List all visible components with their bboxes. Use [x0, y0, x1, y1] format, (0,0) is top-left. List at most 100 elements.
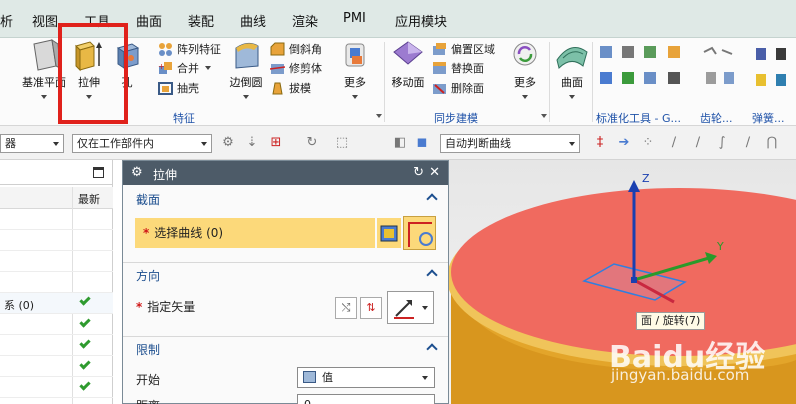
- collapse-icon[interactable]: [426, 193, 438, 205]
- spline-icon[interactable]: ∫: [714, 135, 730, 151]
- shell-button[interactable]: 抽壳: [158, 79, 199, 96]
- arrow-right-icon[interactable]: ➔: [616, 135, 632, 151]
- reset-icon[interactable]: ↻: [413, 165, 424, 180]
- gear-icon[interactable]: ⚙: [131, 165, 143, 180]
- trim-body-button[interactable]: 修剪体: [269, 59, 322, 76]
- extrude-dialog: ⚙ 拉伸 ↻ ✕ 截面 * 选择曲线 (0) 方向 * 指定矢量 ⤭ ⇅ 限制 开始…: [122, 160, 449, 404]
- replace-face-icon: [432, 61, 447, 75]
- surface-label: 曲面: [561, 76, 583, 89]
- distance-input[interactable]: 0: [297, 394, 435, 404]
- draft-label: 拔模: [289, 81, 311, 95]
- navigator-row[interactable]: [0, 251, 113, 272]
- navigator-header: [0, 160, 112, 185]
- menu-render[interactable]: 渲染: [292, 11, 318, 30]
- replace-face-button[interactable]: 替换面: [432, 59, 484, 76]
- ribbon-separator: [549, 42, 550, 122]
- chevron-down-icon[interactable]: [41, 95, 47, 99]
- chamfer-button[interactable]: 倒斜角: [270, 40, 322, 57]
- navigator-row[interactable]: [0, 272, 113, 293]
- menu-view[interactable]: 视图: [32, 11, 58, 30]
- navigator-row[interactable]: 系 (0): [0, 293, 113, 314]
- navigator-row[interactable]: [0, 209, 113, 230]
- group-feature-label: 特征: [173, 112, 195, 125]
- graphics-window[interactable]: Z Y 面 / 旋转(7) Baidu经验 jingyan.baidu.com: [449, 160, 796, 404]
- delete-face-button[interactable]: 删除面: [432, 79, 484, 96]
- navigator-row-label: 系 (0): [4, 299, 35, 312]
- selection-scope-value: 仅在工作部件内: [77, 137, 154, 150]
- select-curve-label: 选择曲线 (0): [154, 226, 224, 240]
- curve-section-button[interactable]: [403, 216, 436, 250]
- type-filter-combo[interactable]: 器: [0, 134, 64, 153]
- menu-assembly[interactable]: 装配: [188, 11, 214, 30]
- more-icon: [513, 42, 537, 66]
- move-face-button[interactable]: 移动面: [388, 38, 428, 90]
- arc-icon[interactable]: ∕: [690, 135, 706, 151]
- navigator-row[interactable]: [0, 356, 113, 377]
- offset-region-button[interactable]: 偏置区域: [432, 40, 495, 57]
- lasso-icon[interactable]: ↻: [304, 135, 320, 151]
- tangent-icon[interactable]: ∕: [740, 135, 756, 151]
- menu-surface[interactable]: 曲面: [136, 11, 162, 30]
- chevron-down-icon[interactable]: [522, 95, 528, 99]
- curve-rule-combo[interactable]: 自动判断曲线: [440, 134, 580, 153]
- pattern-feature-button[interactable]: 阵列特征: [158, 40, 221, 57]
- axis-y-label: Y: [717, 240, 724, 253]
- section-header[interactable]: 截面: [123, 187, 448, 211]
- navigator-row[interactable]: [0, 335, 113, 356]
- group-feature-expand-icon[interactable]: [376, 114, 382, 118]
- axis-z-label: Z: [642, 172, 650, 185]
- chevron-down-icon[interactable]: [569, 95, 575, 99]
- surface-button[interactable]: 曲面: [553, 38, 591, 99]
- intersect-icon[interactable]: ‡: [592, 135, 608, 151]
- line-icon[interactable]: ∕: [666, 135, 682, 151]
- required-asterisk: *: [143, 226, 150, 240]
- group-sync-expand-icon[interactable]: [541, 114, 547, 118]
- menu-analysis[interactable]: 析: [0, 11, 13, 30]
- collapse-icon[interactable]: [426, 343, 438, 355]
- navigator-row[interactable]: [0, 377, 113, 398]
- maximize-icon[interactable]: [93, 167, 104, 178]
- face-select-icon[interactable]: ◼: [414, 135, 430, 151]
- more-feature-button[interactable]: 更多: [338, 38, 372, 99]
- unite-button[interactable]: + 合并: [158, 59, 211, 76]
- ribbon: 基准平面 拉伸 孔 阵列特征 + 合并 抽壳 边倒圆 倒斜角 修剪体 拔模 更多…: [0, 23, 796, 126]
- snap-icon[interactable]: ⇣: [244, 135, 260, 151]
- face-tooltip: 面 / 旋转(7): [636, 312, 706, 330]
- sketch-section-button[interactable]: [377, 218, 401, 248]
- menu-pmi[interactable]: PMI: [343, 11, 366, 26]
- edge-blend-button[interactable]: 边倒圆: [228, 38, 264, 99]
- menu-application[interactable]: 应用模块: [395, 11, 447, 30]
- checkmark-icon: [79, 337, 91, 349]
- surface-icon: [556, 47, 588, 69]
- body-select-icon[interactable]: ◧: [392, 135, 408, 151]
- start-type-select[interactable]: 值: [297, 367, 435, 388]
- chevron-down-icon[interactable]: [243, 95, 249, 99]
- chamfer-icon: [270, 42, 285, 56]
- unite-icon: +: [158, 61, 173, 75]
- snap-point-icon[interactable]: ⁘: [640, 135, 656, 151]
- reverse-direction-button[interactable]: ⤭: [335, 297, 357, 319]
- rect-select-icon[interactable]: ⬚: [334, 135, 350, 151]
- close-icon[interactable]: ✕: [429, 165, 440, 180]
- direction-header[interactable]: 方向: [123, 262, 448, 286]
- limits-header[interactable]: 限制: [123, 336, 448, 360]
- navigator-row[interactable]: [0, 314, 113, 335]
- draft-button[interactable]: 拔模: [270, 79, 311, 96]
- add-remove-icon[interactable]: ⊞: [268, 135, 284, 151]
- navigator-row[interactable]: [0, 230, 113, 251]
- menu-curve[interactable]: 曲线: [240, 11, 266, 30]
- collapse-icon[interactable]: [426, 269, 438, 281]
- more-sync-button[interactable]: 更多: [508, 38, 542, 99]
- column-latest[interactable]: 最新: [78, 191, 100, 207]
- select-curve-row[interactable]: * 选择曲线 (0): [135, 218, 375, 248]
- vector-dialog-button[interactable]: ⇅: [360, 297, 382, 319]
- replace-face-label: 替换面: [451, 61, 484, 75]
- checkmark-icon: [79, 379, 91, 391]
- curve-icon[interactable]: ⋂: [764, 135, 780, 151]
- chevron-down-icon: [201, 142, 207, 146]
- gear-filter-icon[interactable]: ⚙: [220, 135, 236, 151]
- chevron-down-icon[interactable]: [352, 95, 358, 99]
- chevron-down-icon[interactable]: [205, 65, 211, 70]
- vector-type-dropdown[interactable]: [387, 291, 434, 324]
- selection-scope-combo[interactable]: 仅在工作部件内: [72, 134, 212, 153]
